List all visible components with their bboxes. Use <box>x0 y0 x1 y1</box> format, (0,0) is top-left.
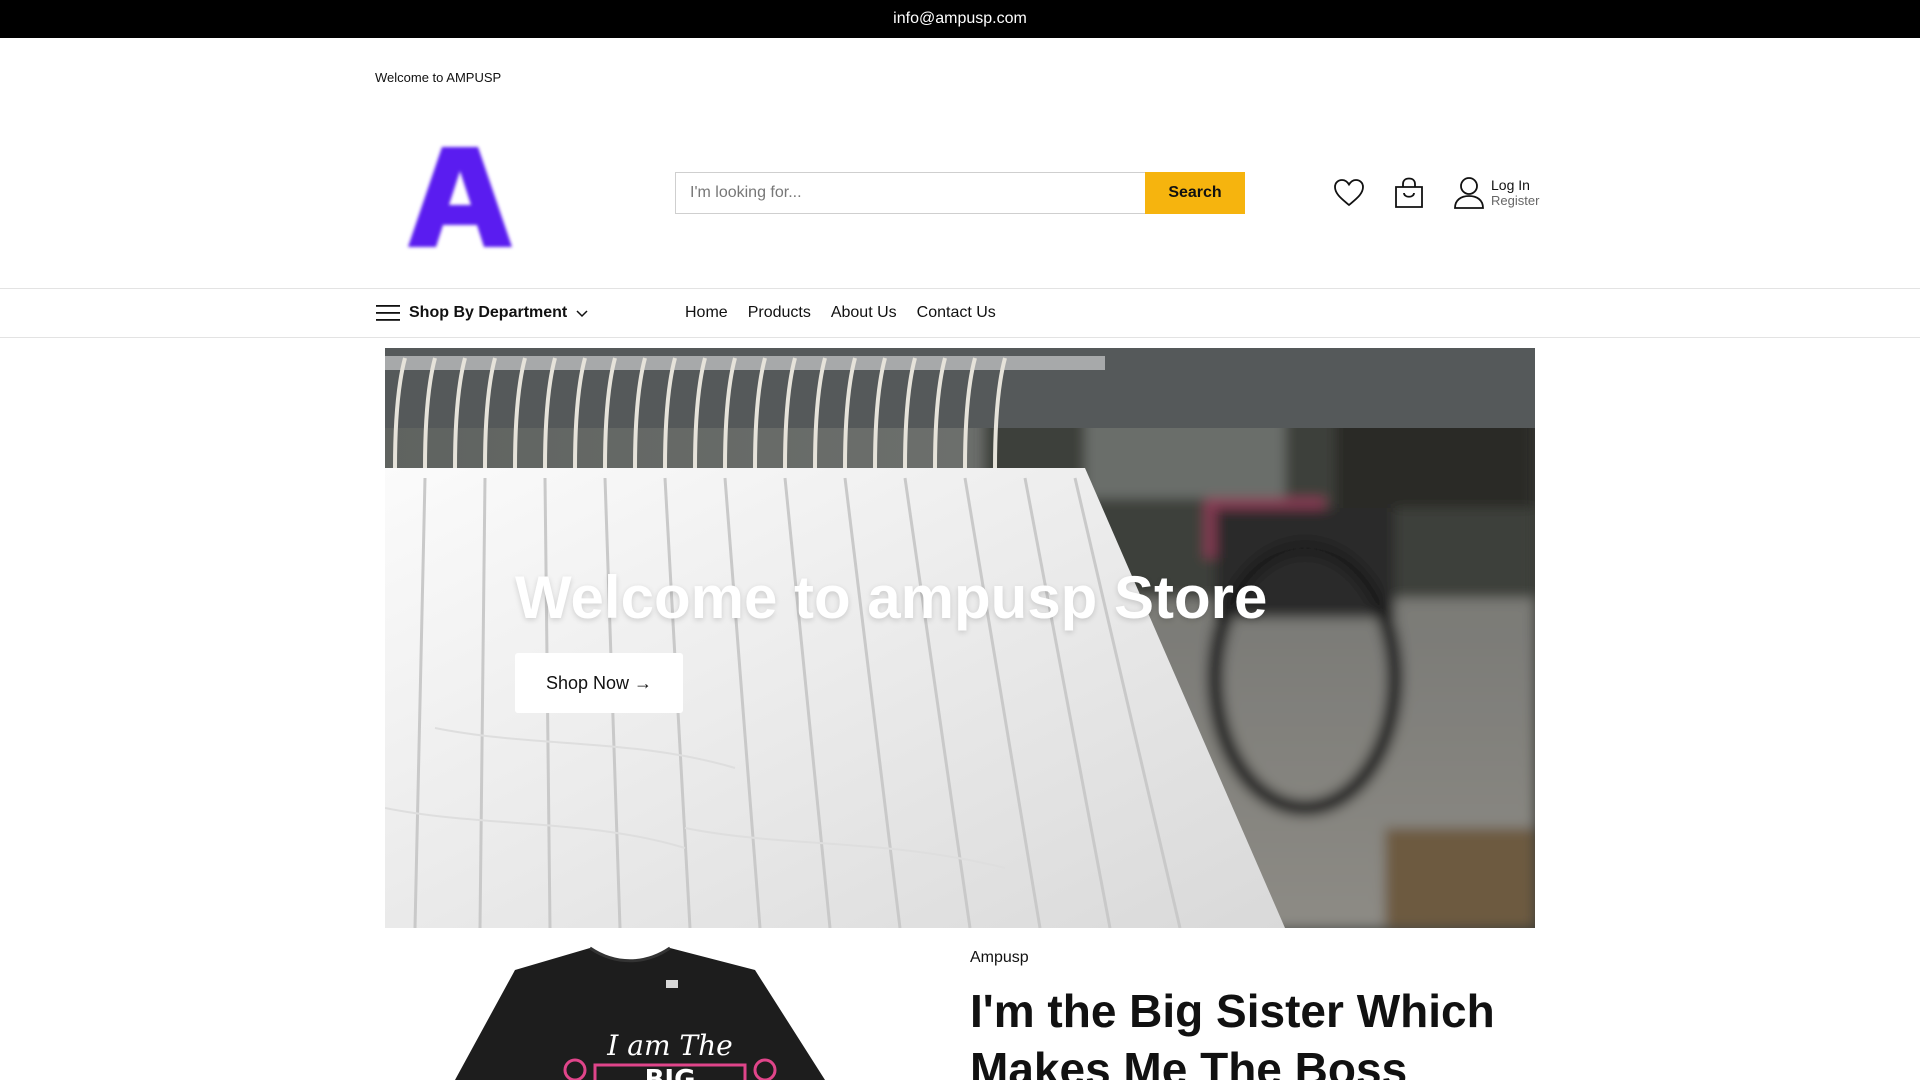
shirt-print-line2: BIG <box>645 1065 696 1080</box>
nav-contact-us[interactable]: Contact Us <box>917 304 996 322</box>
department-label: Shop By Department <box>409 304 568 321</box>
main-menu: Home Products About Us Contact Us <box>685 289 996 337</box>
product-brand[interactable]: Ampusp <box>970 949 1029 967</box>
wishlist-button[interactable] <box>1332 176 1366 210</box>
product-title: I'm the Big Sister Which Makes Me The Bo… <box>970 985 1495 1080</box>
welcome-text: Welcome to AMPUSP <box>375 70 502 85</box>
shop-by-department-button[interactable]: Shop By Department <box>376 289 589 337</box>
search-button[interactable]: Search <box>1145 172 1245 214</box>
hero-title: Welcome to ampusp Store <box>515 564 1268 631</box>
top-bar: info@ampusp.com <box>0 0 1920 38</box>
user-icon <box>1454 177 1484 209</box>
shirt-print-line1: I am The <box>606 1029 732 1062</box>
login-link[interactable]: Log In <box>1491 178 1539 193</box>
nav-about-us[interactable]: About Us <box>831 304 897 322</box>
account-menu[interactable]: Log In Register <box>1453 176 1539 210</box>
hero-image <box>385 348 1535 928</box>
shop-now-button[interactable]: Shop Now → <box>515 653 683 713</box>
contact-email[interactable]: info@ampusp.com <box>893 10 1027 28</box>
shopping-bag-icon <box>1395 177 1423 208</box>
hamburger-icon <box>376 305 400 321</box>
site-logo[interactable] <box>400 135 520 260</box>
nav-products[interactable]: Products <box>748 304 811 322</box>
nav-home[interactable]: Home <box>685 304 728 322</box>
register-link[interactable]: Register <box>1491 193 1539 208</box>
hero-banner: Welcome to ampusp Store Shop Now → <box>385 348 1535 928</box>
search-bar: Search <box>675 172 1245 214</box>
search-input[interactable] <box>675 172 1145 214</box>
product-image[interactable]: I am The BIG <box>455 940 885 1080</box>
main-nav-bar: Shop By Department Home Products About U… <box>0 288 1920 338</box>
cart-button[interactable] <box>1392 176 1426 210</box>
chevron-down-icon <box>576 310 588 318</box>
heart-icon <box>1334 179 1364 207</box>
